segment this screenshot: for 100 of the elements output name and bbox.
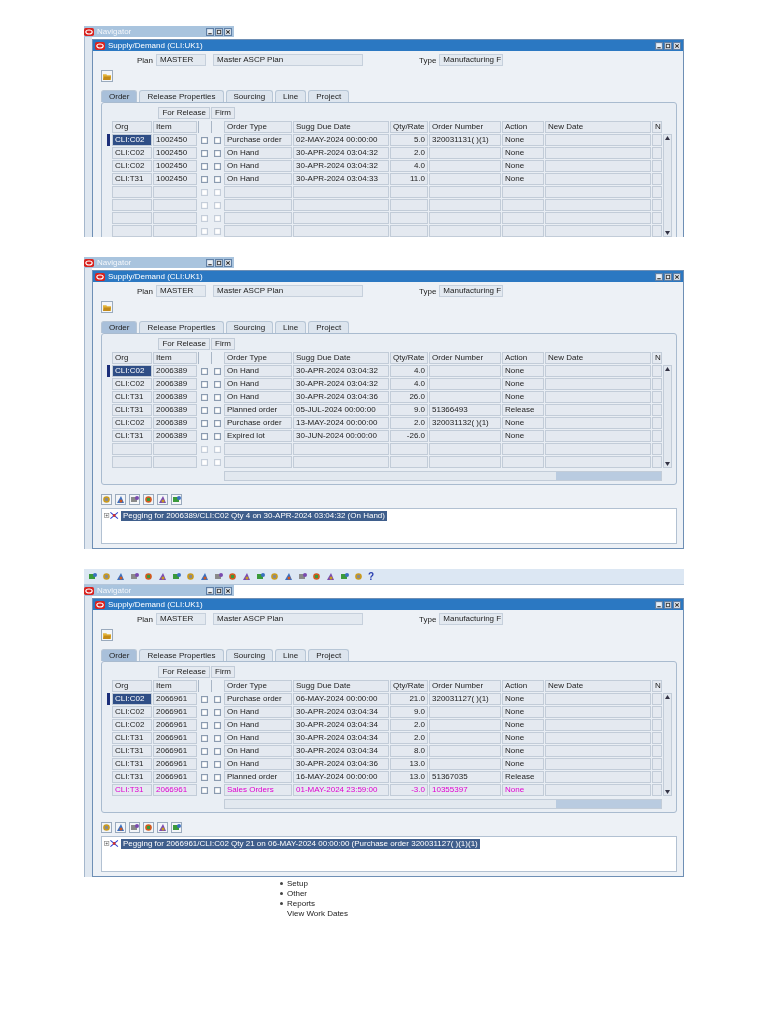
pegging-tool-icon[interactable]	[158, 823, 167, 832]
table-cell[interactable]: None	[502, 391, 544, 403]
table-cell[interactable]: CLI:T31	[112, 771, 152, 783]
table-cell[interactable]: CLI:C02	[112, 719, 152, 731]
navigator-item[interactable]: Reports	[287, 898, 315, 908]
table-cell[interactable]: 30-APR-2024 03:04:34	[293, 745, 389, 757]
table-cell[interactable]: None	[502, 719, 544, 731]
table-cell[interactable]: 2006389	[153, 417, 197, 429]
table-cell[interactable]: 13.0	[390, 758, 428, 770]
table-cell[interactable]: CLI:C02	[112, 365, 152, 377]
table-cell[interactable]: None	[502, 732, 544, 744]
table-cell[interactable]: CLI:T31	[112, 404, 152, 416]
pegging-tool-icon[interactable]	[144, 823, 153, 832]
checkbox[interactable]	[213, 786, 221, 794]
tool-icon[interactable]	[88, 572, 97, 581]
table-cell[interactable]: None	[502, 365, 544, 377]
navigator-item[interactable]: Other	[287, 888, 307, 898]
checkbox[interactable]	[200, 708, 208, 716]
table-cell[interactable]: 2.0	[390, 732, 428, 744]
table-cell[interactable]: CLI:T31	[112, 430, 152, 442]
table-cell[interactable]: On Hand	[224, 758, 292, 770]
table-cell[interactable]: 30-JUN-2024 00:00:00	[293, 430, 389, 442]
table-cell[interactable]: 30-APR-2024 03:04:36	[293, 758, 389, 770]
table-cell[interactable]: 9.0	[390, 706, 428, 718]
table-cell[interactable]: 51367035	[429, 771, 501, 783]
table-cell[interactable]: None	[502, 745, 544, 757]
checkbox[interactable]	[200, 747, 208, 755]
table-cell[interactable]: CLI:T31	[112, 758, 152, 770]
minimize-button[interactable]	[206, 258, 214, 267]
maximize-button[interactable]	[664, 600, 672, 609]
tool-icon[interactable]	[326, 572, 335, 581]
checkbox[interactable]	[200, 406, 208, 414]
table-cell[interactable]: 30-APR-2024 03:04:34	[293, 719, 389, 731]
pegging-tool-icon[interactable]	[158, 495, 167, 504]
tab[interactable]: Order	[101, 649, 138, 661]
scroll-down-icon[interactable]	[665, 231, 670, 235]
table-cell[interactable]: 1002450	[153, 173, 197, 185]
checkbox[interactable]	[213, 695, 221, 703]
checkbox[interactable]	[213, 445, 221, 453]
table-cell[interactable]: 320031132( )(1)	[429, 417, 501, 429]
checkbox[interactable]	[213, 747, 221, 755]
table-cell[interactable]: None	[502, 706, 544, 718]
close-button[interactable]	[224, 586, 232, 595]
table-cell[interactable]: None	[502, 147, 544, 159]
folder-button[interactable]	[101, 629, 113, 641]
table-cell[interactable]: CLI:T31	[112, 745, 152, 757]
close-button[interactable]	[224, 27, 232, 36]
pegging-tool-icon[interactable]	[116, 823, 125, 832]
checkbox[interactable]	[200, 175, 208, 183]
checkbox[interactable]	[200, 201, 208, 209]
minimize-button[interactable]	[655, 600, 663, 609]
help-icon[interactable]: ?	[368, 571, 375, 582]
checkbox[interactable]	[200, 445, 208, 453]
table-cell[interactable]: 2066961	[153, 693, 197, 705]
checkbox[interactable]	[213, 149, 221, 157]
pegging-tool-icon[interactable]	[102, 823, 111, 832]
checkbox[interactable]	[200, 786, 208, 794]
pegging-node[interactable]: Pegging for 2066961/CLI:C02 Qty 21 on 06-MAY-2024 00:00:00 (Purchase order 320031127( )(1)(1)	[121, 839, 480, 849]
checkbox[interactable]	[200, 458, 208, 466]
horizontal-scrollbar[interactable]	[224, 471, 662, 481]
table-cell[interactable]: 30-APR-2024 03:04:32	[293, 147, 389, 159]
table-cell[interactable]: On Hand	[224, 391, 292, 403]
checkbox[interactable]	[213, 367, 221, 375]
table-cell[interactable]: CLI:C02	[112, 417, 152, 429]
navigator-item[interactable]: View Work Dates	[280, 908, 349, 918]
table-cell[interactable]: On Hand	[224, 160, 292, 172]
table-cell[interactable]: Purchase order	[224, 693, 292, 705]
checkbox[interactable]	[200, 188, 208, 196]
table-cell[interactable]: On Hand	[224, 147, 292, 159]
table-cell[interactable]: 30-APR-2024 03:04:33	[293, 173, 389, 185]
horizontal-scrollbar[interactable]	[224, 799, 662, 809]
maximize-button[interactable]	[215, 27, 223, 36]
checkbox[interactable]	[213, 136, 221, 144]
table-cell[interactable]: Purchase order	[224, 134, 292, 146]
type-field[interactable]: Manufacturing F	[439, 54, 504, 66]
folder-button[interactable]	[101, 301, 113, 313]
table-cell[interactable]: CLI:C02	[112, 147, 152, 159]
table-cell[interactable]: 16-MAY-2024 00:00:00	[293, 771, 389, 783]
checkbox[interactable]	[213, 760, 221, 768]
table-cell[interactable]: 320031131( )(1)	[429, 134, 501, 146]
table-cell[interactable]: 30-APR-2024 03:04:32	[293, 378, 389, 390]
checkbox[interactable]	[200, 380, 208, 388]
tab[interactable]: Release Properties	[139, 649, 224, 661]
tool-icon[interactable]	[354, 572, 363, 581]
tree-node-icon[interactable]	[104, 839, 119, 848]
checkbox[interactable]	[213, 773, 221, 781]
table-cell[interactable]: 4.0	[390, 160, 428, 172]
table-cell[interactable]: CLI:C02	[112, 160, 152, 172]
table-cell[interactable]: 5.0	[390, 134, 428, 146]
maximize-button[interactable]	[664, 41, 672, 50]
tool-icon[interactable]	[144, 572, 153, 581]
table-cell[interactable]: 1002450	[153, 160, 197, 172]
plan-field[interactable]: MASTER	[156, 54, 206, 66]
table-cell[interactable]: CLI:T31	[112, 391, 152, 403]
table-cell[interactable]: On Hand	[224, 378, 292, 390]
table-cell[interactable]: 9.0	[390, 404, 428, 416]
plan-description-field[interactable]: Master ASCP Plan	[213, 613, 363, 625]
pegging-tool-icon[interactable]	[116, 495, 125, 504]
tab[interactable]: Project	[308, 649, 350, 661]
tab[interactable]: Sourcing	[225, 321, 274, 333]
